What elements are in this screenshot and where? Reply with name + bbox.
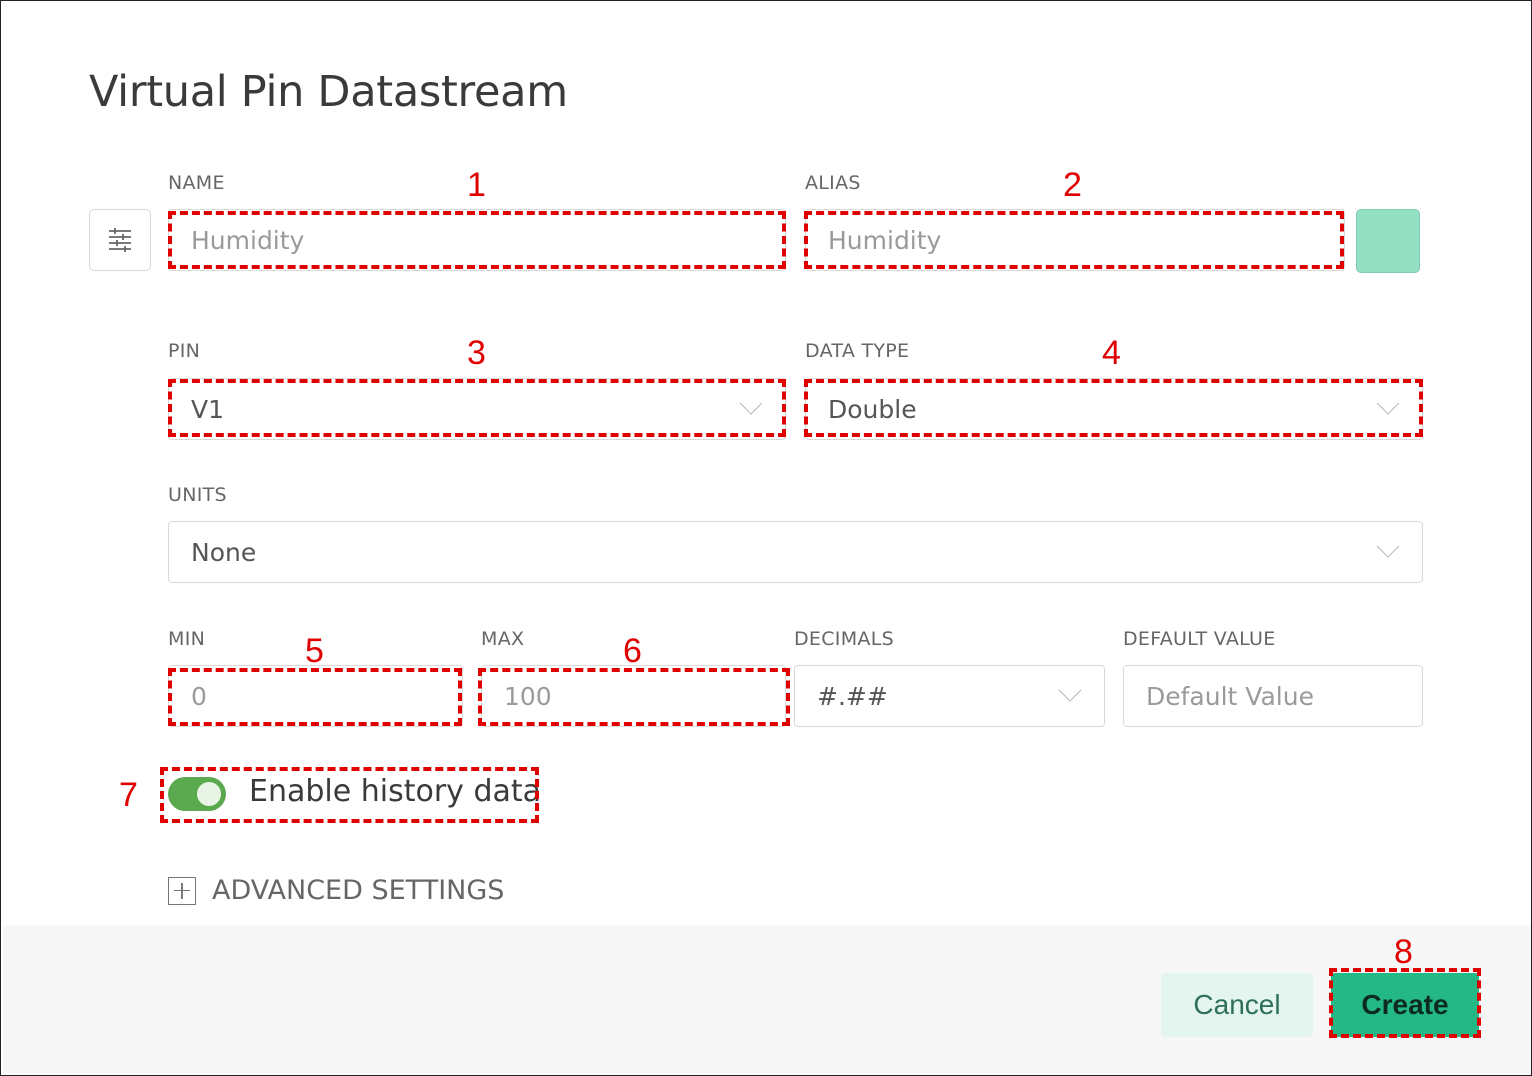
datastream-dialog: Virtual Pin Datastream NAME ALIAS Humidi… bbox=[0, 0, 1532, 1076]
dialog-title: Virtual Pin Datastream bbox=[89, 67, 568, 117]
name-input[interactable]: Humidity bbox=[168, 209, 786, 271]
annotation-number-5: 5 bbox=[305, 632, 324, 670]
pin-select[interactable]: V1 bbox=[168, 378, 786, 440]
sliders-icon bbox=[109, 228, 131, 252]
alias-value: Humidity bbox=[828, 225, 942, 255]
units-value: None bbox=[191, 537, 257, 567]
plus-square-icon bbox=[168, 876, 196, 905]
advanced-settings-label: ADVANCED SETTINGS bbox=[212, 875, 505, 906]
annotation-number-2: 2 bbox=[1063, 166, 1082, 204]
name-label: NAME bbox=[168, 172, 225, 194]
annotation-number-1: 1 bbox=[467, 166, 486, 204]
annotation-number-3: 3 bbox=[467, 334, 486, 372]
history-toggle[interactable] bbox=[168, 777, 226, 811]
data-type-label: DATA TYPE bbox=[805, 340, 910, 362]
history-toggle-label: Enable history data bbox=[249, 774, 542, 809]
annotation-number-6: 6 bbox=[623, 632, 642, 670]
units-label: UNITS bbox=[168, 484, 227, 506]
default-value-placeholder: Default Value bbox=[1146, 681, 1314, 711]
chevron-down-icon bbox=[739, 392, 763, 415]
decimals-label: DECIMALS bbox=[794, 628, 894, 650]
alias-input[interactable]: Humidity bbox=[805, 209, 1345, 271]
chevron-down-icon bbox=[1376, 392, 1400, 415]
chevron-down-icon bbox=[1058, 679, 1082, 702]
annotation-number-7: 7 bbox=[119, 776, 138, 814]
min-input[interactable]: 0 bbox=[168, 665, 463, 727]
pin-value: V1 bbox=[191, 394, 225, 424]
data-type-select[interactable]: Double bbox=[805, 378, 1423, 440]
min-label: MIN bbox=[168, 628, 206, 650]
create-button[interactable]: Create bbox=[1331, 973, 1479, 1037]
default-value-label: DEFAULT VALUE bbox=[1123, 628, 1276, 650]
units-select[interactable]: None bbox=[168, 521, 1423, 583]
annotation-number-4: 4 bbox=[1102, 334, 1121, 372]
max-label: MAX bbox=[481, 628, 525, 650]
annotation-number-8: 8 bbox=[1394, 933, 1413, 971]
decimals-select[interactable]: #.## bbox=[794, 665, 1105, 727]
cancel-button[interactable]: Cancel bbox=[1161, 973, 1313, 1037]
alias-label: ALIAS bbox=[805, 172, 861, 194]
color-swatch[interactable] bbox=[1356, 209, 1420, 273]
chevron-down-icon bbox=[1376, 535, 1400, 558]
min-value: 0 bbox=[191, 681, 207, 711]
datastream-icon-button[interactable] bbox=[89, 209, 151, 271]
max-input[interactable]: 100 bbox=[481, 665, 786, 727]
pin-label: PIN bbox=[168, 340, 201, 362]
decimals-value: #.## bbox=[817, 681, 888, 711]
toggle-knob bbox=[197, 782, 221, 806]
data-type-value: Double bbox=[828, 394, 917, 424]
max-value: 100 bbox=[504, 681, 552, 711]
advanced-settings-link[interactable]: ADVANCED SETTINGS bbox=[168, 875, 504, 906]
default-value-input[interactable]: Default Value bbox=[1123, 665, 1423, 727]
name-value: Humidity bbox=[191, 225, 305, 255]
